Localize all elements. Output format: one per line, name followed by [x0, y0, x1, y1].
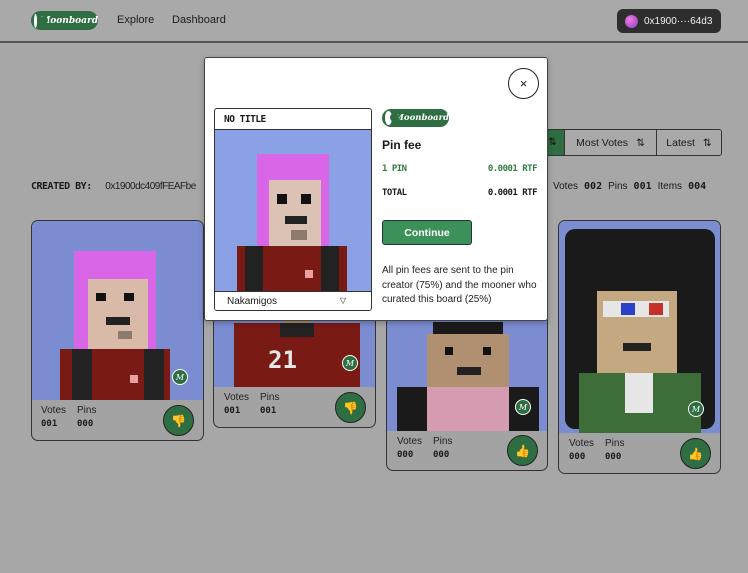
- sort-latest-button[interactable]: Latest ⇅: [656, 130, 721, 155]
- thumbs-up-icon: 👍: [688, 446, 703, 461]
- thumbs-down-icon: 👎: [343, 400, 358, 415]
- card-pins-value: 001: [260, 406, 277, 416]
- nav-dashboard-link[interactable]: Dashboard: [172, 14, 226, 26]
- nft-preview-card: NO TITLE Nakamigos ▽: [214, 108, 372, 311]
- nft-card[interactable]: M Votes 000 Pins 000 👍: [386, 300, 548, 471]
- items-label: Items: [657, 181, 683, 192]
- sort-most-votes-button[interactable]: Most Votes ⇅: [564, 130, 656, 155]
- moon-icon: [34, 13, 50, 28]
- card-pins-value: 000: [433, 450, 450, 460]
- card-votes-value: 000: [569, 452, 586, 462]
- moonboard-badge-icon: M: [515, 399, 531, 415]
- logo-text: Moonboard: [40, 15, 98, 26]
- badge-letter: M: [518, 402, 528, 412]
- sort-most-votes-label: Most Votes: [576, 136, 629, 149]
- preview-image: [215, 129, 371, 291]
- nav-explore-link[interactable]: Explore: [117, 14, 154, 26]
- creator-address[interactable]: 0x1900dc409fFEAFbe: [105, 181, 196, 192]
- card-pins: Pins 000: [605, 438, 624, 462]
- pin-fee-modal: × NO TITLE Nakamigos ▽ Moonboard Pin fee…: [204, 57, 548, 321]
- card-pins: Pins 001: [260, 392, 279, 416]
- votes-value: 002: [584, 181, 603, 192]
- pin-count-label: 1 PIN: [382, 164, 407, 174]
- votes-label: Votes: [553, 181, 579, 192]
- moonboard-badge-icon: M: [172, 369, 188, 385]
- card-pins-label: Pins: [260, 392, 280, 403]
- upvote-button[interactable]: 👍: [507, 435, 538, 466]
- collection-select-value: Nakamigos: [227, 295, 278, 307]
- card-votes-value: 000: [397, 450, 414, 460]
- card-pins-label: Pins: [605, 438, 625, 449]
- card-pins-label: Pins: [77, 405, 97, 416]
- card-votes-label: Votes: [41, 405, 67, 416]
- downvote-button[interactable]: 👎: [335, 392, 366, 423]
- created-by: CREATED BY: 0x1900dc409fFEAFbe: [31, 181, 196, 192]
- badge-letter: M: [691, 404, 701, 414]
- card-votes-label: Votes: [397, 436, 423, 447]
- card-votes-label: Votes: [569, 438, 595, 449]
- card-pins: Pins 000: [433, 436, 452, 460]
- sort-arrows-icon: ⇅: [636, 136, 645, 149]
- card-votes: Votes 000: [397, 436, 422, 460]
- sort-arrows-icon: ⇅: [702, 136, 712, 149]
- moonboard-badge-icon: M: [342, 355, 358, 371]
- top-nav-bar: Moonboard Explore Dashboard 0x1900····64…: [0, 0, 748, 43]
- total-price: 0.0001 RTF: [487, 188, 538, 198]
- wallet-button[interactable]: 0x1900····64d3: [617, 9, 721, 33]
- sort-controls: ⇅ Most Votes ⇅ Latest ⇅: [540, 129, 722, 156]
- nft-card[interactable]: M Votes 001 Pins 000 👎: [31, 220, 204, 441]
- card-votes: Votes 000: [569, 438, 594, 462]
- badge-letter: M: [175, 372, 185, 382]
- card-pins-label: Pins: [433, 436, 453, 447]
- card-votes-value: 001: [224, 406, 241, 416]
- thumbs-down-icon: 👎: [171, 413, 186, 428]
- moonboard-logo: Moonboard: [382, 109, 449, 127]
- board-stats: Votes 002 Pins 001 Items 004: [553, 181, 706, 192]
- jersey-number: 21: [268, 346, 297, 374]
- card-votes-value: 001: [41, 419, 58, 429]
- nft-card[interactable]: M Votes 000 Pins 000 👍: [558, 220, 721, 474]
- pins-value: 001: [633, 181, 652, 192]
- card-pins: Pins 000: [77, 405, 96, 429]
- collection-select[interactable]: Nakamigos ▽: [215, 291, 371, 310]
- modal-heading: Pin fee: [382, 138, 422, 152]
- wallet-address: 0x1900····64d3: [644, 15, 713, 27]
- card-votes-label: Votes: [224, 392, 250, 403]
- pin-count-row: 1 PIN 0.0001 RTF: [382, 164, 538, 174]
- preview-title: NO TITLE: [224, 114, 266, 125]
- moonboard-logo[interactable]: Moonboard: [31, 11, 98, 30]
- card-votes: Votes 001: [41, 405, 66, 429]
- pins-label: Pins: [608, 181, 628, 192]
- chevron-down-icon: ▽: [339, 296, 346, 305]
- sort-arrow-icon: ⇅: [548, 137, 557, 148]
- upvote-button[interactable]: 👍: [680, 438, 711, 469]
- thumbs-up-icon: 👍: [515, 443, 530, 458]
- pin-count-price: 0.0001 RTF: [487, 164, 538, 174]
- close-icon: ×: [519, 76, 528, 91]
- close-button[interactable]: ×: [508, 68, 539, 99]
- logo-text: Moonboard: [394, 113, 449, 123]
- total-label: TOTAL: [382, 188, 407, 198]
- total-row: TOTAL 0.0001 RTF: [382, 188, 538, 198]
- continue-button[interactable]: Continue: [382, 220, 472, 245]
- created-by-label: CREATED BY:: [31, 181, 92, 192]
- sort-latest-label: Latest: [666, 136, 695, 149]
- moonboard-badge-icon: M: [688, 401, 704, 417]
- card-votes: Votes 001: [224, 392, 249, 416]
- moon-icon: [385, 111, 399, 125]
- downvote-button[interactable]: 👎: [163, 405, 194, 436]
- items-value: 004: [688, 181, 707, 192]
- fee-note: All pin fees are sent to the pin creator…: [382, 265, 537, 305]
- wallet-avatar-icon: [625, 14, 638, 28]
- card-pins-value: 000: [77, 419, 94, 429]
- card-pins-value: 000: [605, 452, 622, 462]
- badge-letter: M: [345, 358, 355, 368]
